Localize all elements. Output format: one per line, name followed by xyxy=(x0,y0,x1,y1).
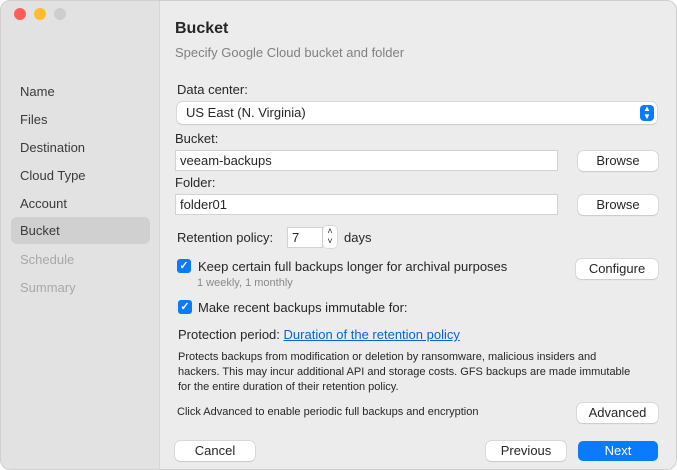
retention-stepper[interactable]: ˄ ˅ xyxy=(323,226,337,248)
protection-period: Protection period: Duration of the reten… xyxy=(178,327,460,342)
keep-full-detail: 1 weekly, 1 monthly xyxy=(197,277,293,289)
sidebar-item-files[interactable]: Files xyxy=(11,106,150,133)
sidebar-item-cloud-type[interactable]: Cloud Type xyxy=(11,162,150,189)
bucket-label: Bucket: xyxy=(175,131,219,146)
sidebar-item-summary: Summary xyxy=(20,280,76,295)
browse-bucket-button[interactable]: Browse xyxy=(578,151,658,171)
sidebar-item-schedule: Schedule xyxy=(20,252,75,267)
select-chevrons-icon: ▲ ▼ xyxy=(640,105,654,121)
data-center-label: Data center: xyxy=(177,82,248,97)
close-window-button[interactable] xyxy=(14,8,26,20)
retention-label: Retention policy: xyxy=(177,230,274,245)
previous-button[interactable]: Previous xyxy=(486,441,566,461)
minimize-window-button[interactable] xyxy=(34,8,46,20)
wizard-window: Name Files Destination Cloud Type Accoun… xyxy=(0,0,677,470)
immutability-description: Protects backups from modification or de… xyxy=(178,351,631,393)
folder-input[interactable]: folder01 xyxy=(175,194,558,215)
next-button[interactable]: Next xyxy=(578,441,658,461)
sidebar-item-name[interactable]: Name xyxy=(11,78,150,105)
protection-label: Protection period: xyxy=(178,327,280,342)
advanced-hint: Click Advanced to enable periodic full b… xyxy=(177,406,479,418)
bucket-input[interactable]: veeam-backups xyxy=(175,150,558,171)
browse-folder-button[interactable]: Browse xyxy=(578,195,658,215)
sidebar-item-destination[interactable]: Destination xyxy=(11,134,150,161)
keep-full-label: Keep certain full backups longer for arc… xyxy=(198,259,508,274)
checkmark-icon: ✓ xyxy=(179,260,189,272)
advanced-button[interactable]: Advanced xyxy=(577,403,658,423)
zoom-window-button[interactable] xyxy=(54,8,66,20)
page-title: Bucket xyxy=(175,20,229,37)
data-center-value: US East (N. Virginia) xyxy=(186,105,306,120)
chevron-down-icon[interactable]: ˅ xyxy=(327,236,332,246)
folder-label: Folder: xyxy=(175,175,216,190)
retention-unit: days xyxy=(344,230,372,245)
immutable-checkbox[interactable]: ✓ xyxy=(178,300,192,314)
cancel-button[interactable]: Cancel xyxy=(175,441,255,461)
data-center-select[interactable]: US East (N. Virginia) ▲ ▼ xyxy=(177,102,657,124)
sidebar: Name Files Destination Cloud Type Accoun… xyxy=(1,1,160,469)
immutable-label: Make recent backups immutable for: xyxy=(198,300,408,315)
retention-input[interactable]: 7 xyxy=(287,227,323,248)
sidebar-item-account[interactable]: Account xyxy=(11,190,150,217)
page-subtitle: Specify Google Cloud bucket and folder xyxy=(175,45,405,60)
sidebar-item-bucket[interactable]: Bucket xyxy=(11,217,150,244)
configure-button[interactable]: Configure xyxy=(576,259,658,279)
protection-period-link[interactable]: Duration of the retention policy xyxy=(284,327,460,342)
chevron-up-icon[interactable]: ˄ xyxy=(327,226,332,236)
checkmark-icon: ✓ xyxy=(180,301,190,313)
keep-full-checkbox[interactable]: ✓ xyxy=(177,259,191,273)
